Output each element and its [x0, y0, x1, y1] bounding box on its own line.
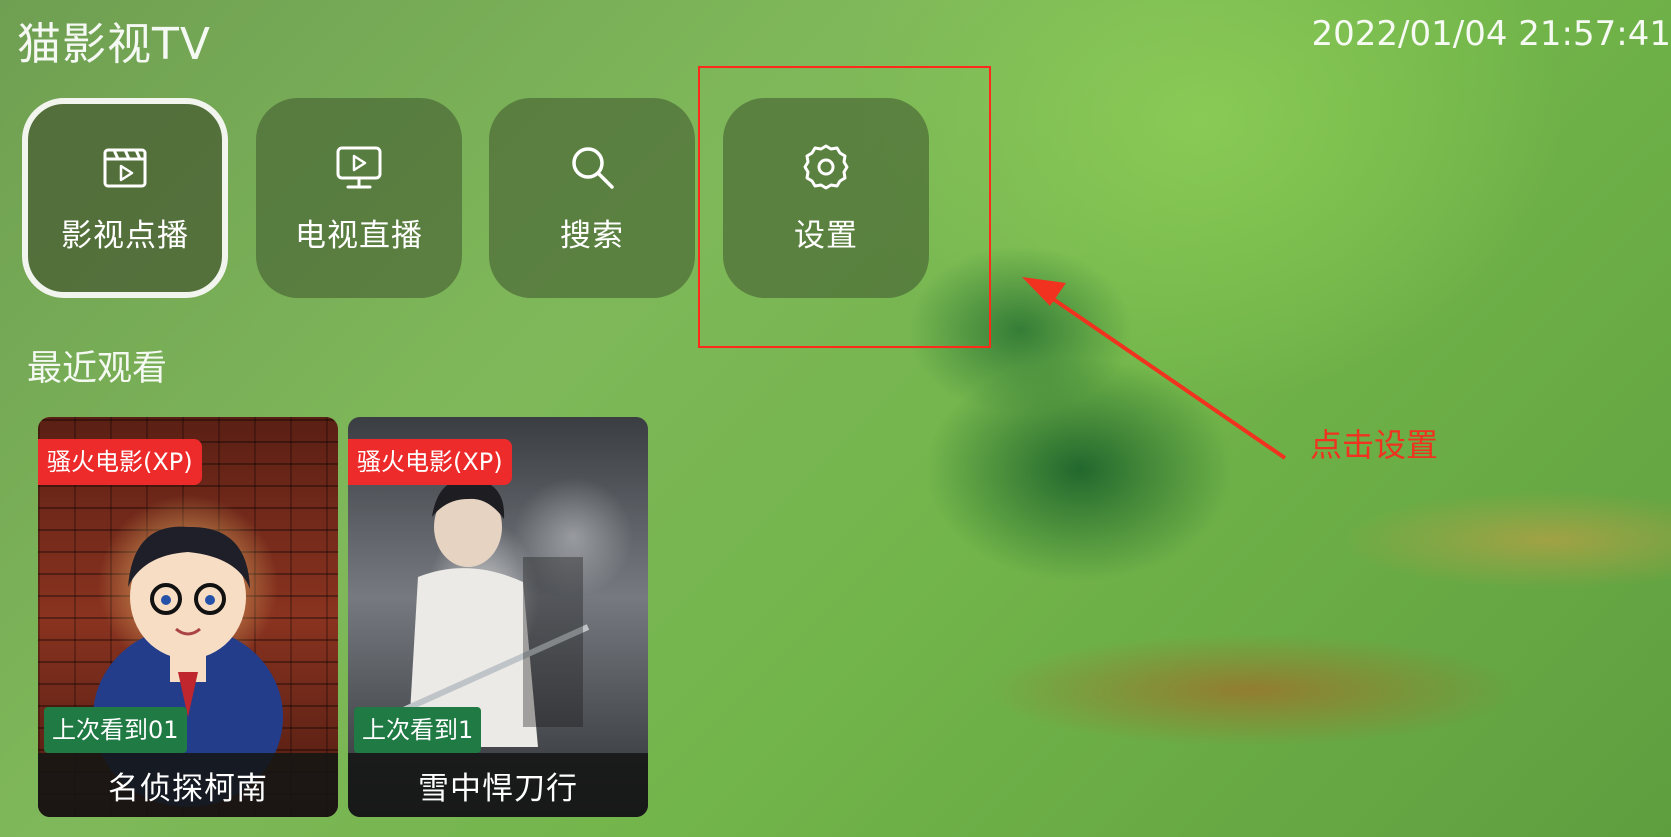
- menu-item-search[interactable]: 搜索: [489, 98, 695, 298]
- clock: 2022/01/04 21:57:41: [1311, 14, 1671, 54]
- app-title: 猫影视TV: [17, 19, 211, 70]
- annotation-highlight-box: [698, 66, 991, 348]
- source-badge: 骚火电影(XP): [38, 439, 202, 485]
- recent-card-conan[interactable]: 骚火电影(XP) 上次看到01 名侦探柯南: [38, 417, 338, 817]
- video-clapper-icon: [103, 148, 147, 187]
- menu-item-search-label: 搜索: [560, 217, 624, 254]
- search-icon: [572, 146, 614, 189]
- recent-card-xuezhong[interactable]: 骚火电影(XP) 上次看到1 雪中悍刀行: [348, 417, 648, 817]
- tv-play-icon: [336, 146, 382, 188]
- menu-item-vod-label: 影视点播: [61, 217, 189, 254]
- card-footer: 名侦探柯南: [38, 753, 338, 817]
- card-footer: 雪中悍刀行: [348, 753, 648, 817]
- menu-item-live-tv-label: 电视直播: [295, 217, 423, 254]
- recent-section-title: 最近观看: [27, 349, 168, 389]
- card-title: 雪中悍刀行: [418, 770, 578, 807]
- annotation-text: 点击设置: [1310, 426, 1439, 464]
- card-title: 名侦探柯南: [108, 770, 268, 807]
- progress-badge: 上次看到1: [354, 707, 482, 753]
- menu-item-vod[interactable]: 影视点播: [22, 98, 228, 298]
- menu-item-live-tv[interactable]: 电视直播: [256, 98, 462, 298]
- source-badge: 骚火电影(XP): [348, 439, 512, 485]
- progress-badge: 上次看到01: [44, 707, 187, 753]
